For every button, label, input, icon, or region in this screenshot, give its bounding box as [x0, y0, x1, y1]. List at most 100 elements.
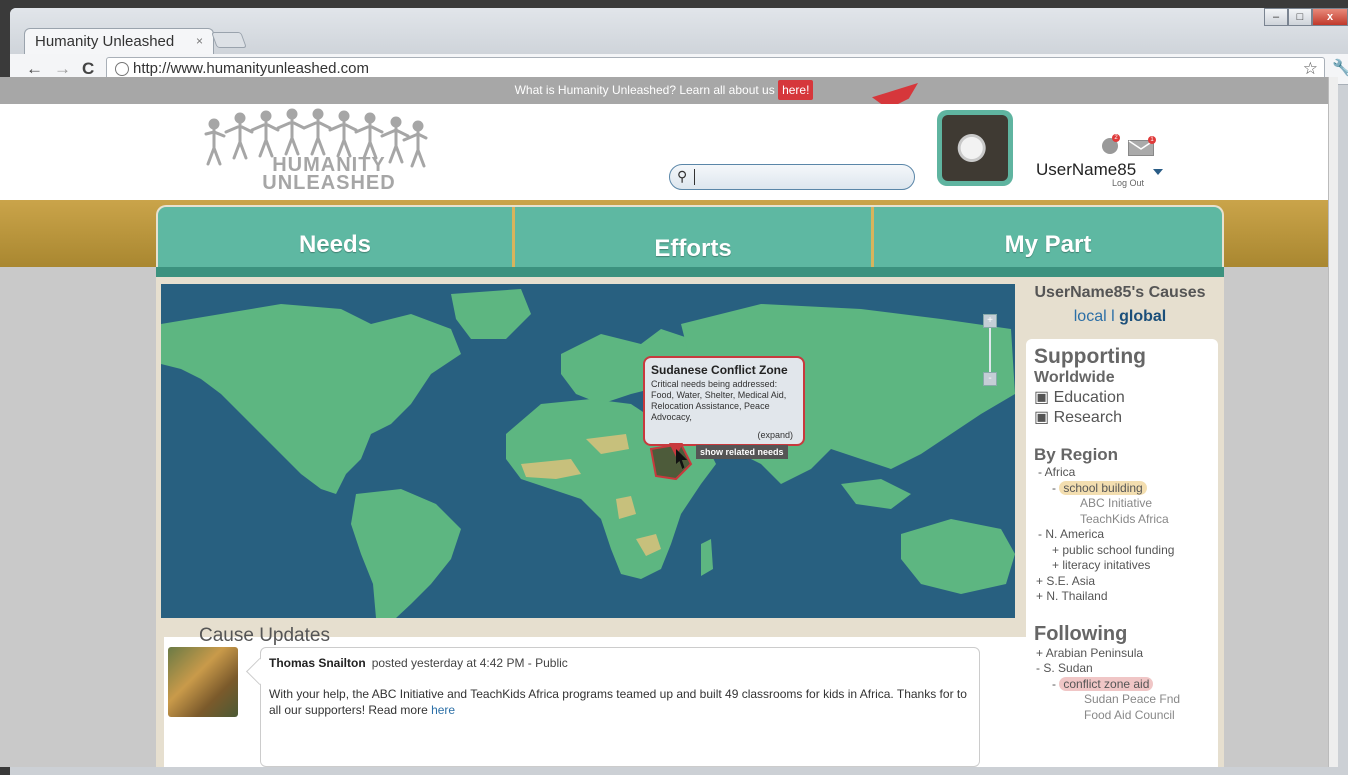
avatar[interactable] [937, 110, 1013, 186]
supporting-heading: Supporting [1034, 345, 1146, 368]
tree-label: public school funding [1062, 542, 1175, 557]
org-link[interactable]: Sudan Peace Fnd [1034, 692, 1210, 708]
tree-item-se-asia[interactable]: + S.E. Asia [1034, 574, 1210, 590]
search-input[interactable]: ⚲ [669, 164, 915, 190]
username-menu[interactable]: UserName85 [1036, 160, 1136, 180]
tree-label: literacy initatives [1062, 558, 1151, 572]
global-link[interactable]: global [1119, 308, 1166, 325]
dove-photo [942, 115, 1008, 181]
scope-toggle: local l global [1022, 308, 1218, 326]
tab-my-part[interactable]: My Part [874, 207, 1222, 269]
updates-title: Cause Updates [199, 625, 330, 646]
world-map[interactable]: + - Sudanese Conflict Zone Critical need… [161, 284, 1015, 618]
tab-close-icon[interactable]: × [196, 34, 203, 48]
scrollbar[interactable] [1328, 77, 1338, 767]
list-item[interactable]: ▣ Education [1034, 387, 1210, 407]
post-author[interactable]: Thomas Snailton [269, 656, 366, 670]
scope-separator: l [1111, 308, 1115, 325]
main-nav: Needs Efforts My Part [156, 205, 1224, 269]
popup-body: Critical needs being addressed: Food, Wa… [651, 379, 787, 422]
following-heading: Following [1034, 622, 1128, 645]
list-item[interactable]: ▣ Research [1034, 407, 1210, 427]
logout-link[interactable]: Log Out [1112, 178, 1144, 188]
tree-item-n-thailand[interactable]: + N. Thailand [1034, 589, 1210, 605]
title-bar: Humanity Unleashed × – □ x [10, 8, 1348, 54]
window-controls: – □ x [1264, 8, 1348, 28]
caret-down-icon[interactable] [1153, 169, 1163, 175]
checkbox-icon: ▣ [1034, 389, 1050, 406]
local-link[interactable]: local [1074, 308, 1107, 325]
mail-badge: 1 [1148, 136, 1156, 144]
close-window-button[interactable]: x [1312, 8, 1348, 26]
forward-arrow-icon[interactable]: → [54, 59, 71, 79]
tree-label: S. Sudan [1043, 661, 1093, 675]
nav-underline [156, 267, 1224, 277]
tree-item-school-building[interactable]: - school building [1034, 480, 1210, 497]
tree-item-arabian[interactable]: + Arabian Peninsula [1034, 646, 1210, 662]
checkbox-icon: ▣ [1034, 409, 1050, 426]
tab-efforts[interactable]: Efforts [515, 207, 871, 269]
zoom-slider[interactable] [989, 328, 991, 373]
tab-needs[interactable]: Needs [158, 207, 512, 269]
post-header: Thomas Snailton posted yesterday at 4:42 … [269, 656, 568, 670]
tree-label: conflict zone aid [1059, 676, 1154, 691]
site-header: HUMANITY UNLEASHED ⚲ 2 1 UserName85 Log … [0, 104, 1328, 200]
by-region-heading: By Region [1034, 445, 1119, 464]
tree-item-n-america[interactable]: - N. America [1034, 527, 1210, 543]
tree-item[interactable]: + literacy initatives [1034, 558, 1210, 574]
main-content: + - Sudanese Conflict Zone Critical need… [156, 277, 1224, 767]
causes-sidebar: UserName85's Causes local l global Suppo… [1022, 284, 1218, 767]
post-meta: posted yesterday at 4:42 PM - Public [371, 656, 568, 670]
tree-label: N. Thailand [1046, 589, 1108, 603]
causes-panel: Supporting Worldwide ▣ Education ▣ Resea… [1026, 339, 1218, 767]
tab-title: Humanity Unleashed [35, 33, 175, 50]
tree-label: S.E. Asia [1046, 573, 1096, 588]
search-icon: ⚲ [677, 168, 688, 184]
tree-label: school building [1059, 480, 1147, 495]
logo-text: HUMANITY UNLEASHED [259, 155, 399, 194]
list-item-label: Education [1053, 389, 1125, 406]
url-text: http://www.humanityunleashed.com [133, 60, 369, 77]
promo-link[interactable]: here! [778, 80, 814, 100]
tree-label: N. America [1045, 527, 1105, 541]
logo-line-2: UNLEASHED [262, 172, 396, 194]
reload-icon[interactable]: C [82, 59, 94, 79]
promo-bar: What is Humanity Unleashed? Learn all ab… [0, 77, 1328, 104]
back-arrow-icon[interactable]: ← [26, 59, 43, 79]
site-logo[interactable]: HUMANITY UNLEASHED [196, 108, 428, 198]
mail-icon[interactable]: 1 [1128, 136, 1156, 161]
zoom-control[interactable]: + - [983, 314, 1001, 386]
show-related-needs-button[interactable]: show related needs [696, 445, 788, 459]
popup-expand-link[interactable]: (expand) [757, 430, 793, 440]
zoom-in-button[interactable]: + [983, 314, 997, 328]
new-tab-button[interactable] [211, 32, 247, 48]
browser-tab[interactable]: Humanity Unleashed × [24, 28, 214, 54]
zoom-out-button[interactable]: - [983, 372, 997, 386]
text-caret [694, 169, 695, 185]
tree-item-s-sudan[interactable]: - S. Sudan [1034, 661, 1210, 677]
worldwide-heading: Worldwide [1034, 369, 1115, 386]
tree-item-africa[interactable]: - Africa [1034, 465, 1210, 481]
wrench-icon[interactable]: 🔧 [1332, 58, 1348, 78]
tree-item[interactable]: + public school funding [1034, 543, 1210, 559]
map-canvas [161, 289, 1015, 618]
minimize-button[interactable]: – [1264, 8, 1288, 26]
giraffe-avatar[interactable] [168, 647, 238, 717]
tree-item-conflict-aid[interactable]: - conflict zone aid [1034, 676, 1210, 693]
post-body: With your help, the ABC Initiative and T… [269, 686, 969, 718]
tree-label: Arabian Peninsula [1045, 645, 1144, 660]
org-link[interactable]: TeachKids Africa [1034, 512, 1210, 528]
org-link[interactable]: ABC Initiative [1034, 496, 1210, 512]
globe-notification-icon[interactable]: 2 [1101, 134, 1120, 160]
update-post: Thomas Snailton posted yesterday at 4:42 … [260, 647, 980, 767]
post-text: With your help, the ABC Initiative and T… [269, 687, 967, 717]
org-link[interactable]: Food Aid Council [1034, 708, 1210, 724]
tree-label: Africa [1044, 465, 1076, 479]
maximize-button[interactable]: □ [1288, 8, 1312, 26]
notification-badge: 2 [1112, 134, 1120, 142]
globe-icon [115, 62, 129, 76]
region-popup[interactable]: Sudanese Conflict Zone Critical needs be… [643, 356, 805, 446]
star-icon[interactable]: ☆ [1303, 59, 1318, 79]
web-page: What is Humanity Unleashed? Learn all ab… [0, 77, 1328, 767]
read-more-link[interactable]: here [431, 703, 455, 717]
